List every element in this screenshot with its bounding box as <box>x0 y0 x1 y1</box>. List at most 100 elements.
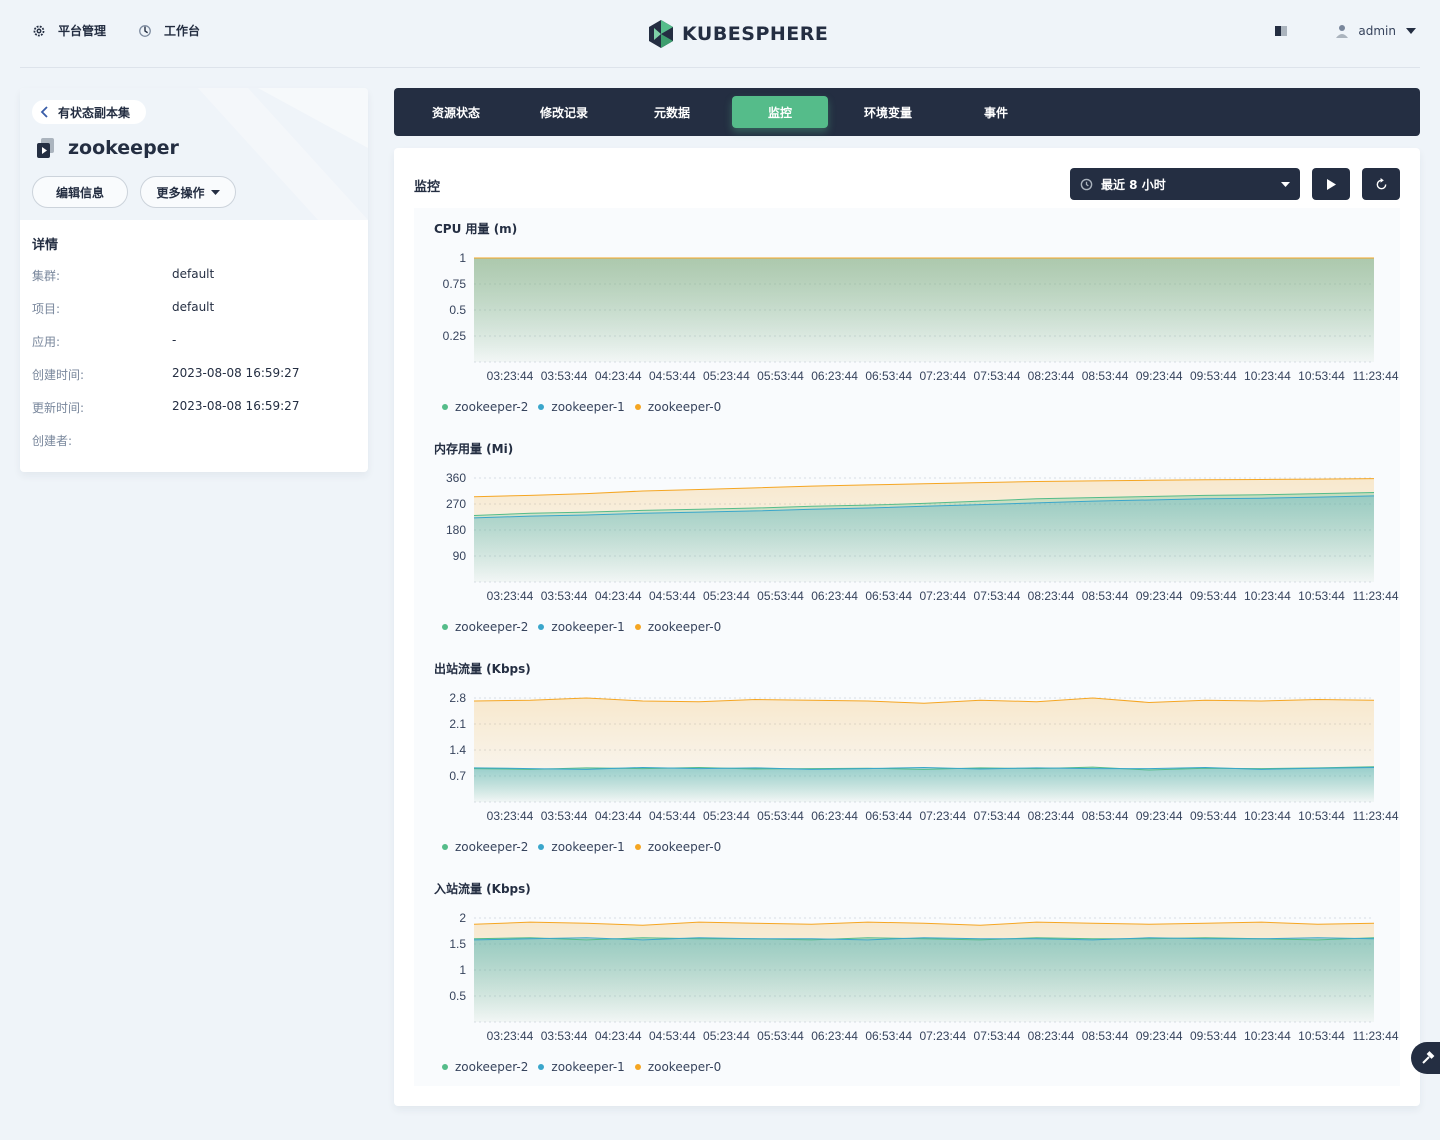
chart-title: 出站流量 (Kbps) <box>434 662 531 676</box>
refresh-button[interactable] <box>1362 168 1400 200</box>
more-actions-label: 更多操作 <box>156 185 205 200</box>
y-tick-label: 90 <box>453 549 467 563</box>
series-area-zookeeper-0 <box>474 258 1374 362</box>
chevron-down-icon <box>1406 28 1416 34</box>
toolbox-button[interactable] <box>1411 1042 1440 1074</box>
x-tick-label: 05:53:44 <box>757 369 804 383</box>
legend-dot <box>634 1064 641 1070</box>
x-tick-label: 07:53:44 <box>974 1029 1021 1043</box>
x-tick-label: 06:23:44 <box>811 1029 858 1043</box>
detail-value: - <box>172 333 177 347</box>
chart-legend: zookeeper-2 zookeeper-1 zookeeper-0 <box>442 840 721 854</box>
x-tick-label: 10:23:44 <box>1244 809 1291 823</box>
platform-management-label: 平台管理 <box>58 24 107 38</box>
y-tick-label: 0.5 <box>449 989 466 1003</box>
legend-item[interactable]: zookeeper-0 <box>634 400 721 414</box>
user-avatar-icon <box>1336 25 1349 38</box>
legend-item[interactable]: zookeeper-0 <box>634 840 721 854</box>
x-tick-label: 09:53:44 <box>1190 589 1237 603</box>
y-tick-label: 0.25 <box>443 329 467 343</box>
legend-item[interactable]: zookeeper-2 <box>442 840 528 854</box>
tab-monitoring[interactable]: 监控 <box>732 96 828 128</box>
kubesphere-logo[interactable]: KUBESPHERE <box>648 19 828 49</box>
legend-item[interactable]: zookeeper-2 <box>442 1060 528 1074</box>
legend-item[interactable]: zookeeper-2 <box>442 400 528 414</box>
legend-item[interactable]: zookeeper-1 <box>538 840 625 854</box>
legend-label: zookeeper-2 <box>455 400 529 414</box>
nav-left: 平台管理 工作台 <box>32 22 200 39</box>
detail-row: 应用: - <box>32 333 356 366</box>
legend-item[interactable]: zookeeper-2 <box>442 620 528 634</box>
docs-book-icon[interactable] <box>1274 25 1288 37</box>
refresh-icon <box>1376 177 1386 189</box>
edit-info-button[interactable]: 编辑信息 <box>32 176 128 208</box>
x-tick-label: 03:53:44 <box>541 369 588 383</box>
detail-key: 创建时间: <box>32 368 85 382</box>
x-tick-label: 03:53:44 <box>541 589 588 603</box>
x-tick-label: 09:53:44 <box>1190 809 1237 823</box>
tab-events[interactable]: 事件 <box>978 96 1014 128</box>
detail-value: default <box>172 267 215 281</box>
legend-dot <box>538 1064 545 1070</box>
nav-right: admin <box>1274 24 1416 38</box>
x-tick-label: 04:53:44 <box>649 809 696 823</box>
legend-dot <box>538 404 545 410</box>
legend-item[interactable]: zookeeper-1 <box>538 1060 625 1074</box>
x-tick-label: 05:53:44 <box>757 1029 804 1043</box>
platform-management-link[interactable]: 平台管理 <box>32 22 106 39</box>
y-tick-label: 1 <box>459 251 466 265</box>
detail-key: 更新时间: <box>32 401 85 415</box>
x-tick-label: 04:23:44 <box>595 1029 642 1043</box>
legend-item[interactable]: zookeeper-1 <box>538 400 625 414</box>
chart-legend: zookeeper-2 zookeeper-1 zookeeper-0 <box>442 620 721 634</box>
y-tick-label: 2.8 <box>449 691 466 705</box>
tab-resource-status[interactable]: 资源状态 <box>418 96 494 128</box>
play-button[interactable] <box>1312 168 1350 200</box>
tab-metadata[interactable]: 元数据 <box>640 96 704 128</box>
legend-label: zookeeper-0 <box>647 1060 722 1074</box>
monitoring-chart: 2.8 2.1 1.4 0.7 03:23:44 03:53:44 04:23:44 04:5… <box>414 648 1400 868</box>
chart-legend: zookeeper-2 zookeeper-1 zookeeper-0 <box>442 1060 721 1074</box>
x-tick-label: 09:23:44 <box>1136 589 1183 603</box>
time-range-value: 最近 8 小时 <box>1101 177 1166 192</box>
caret-down-icon <box>210 189 220 195</box>
legend-item[interactable]: zookeeper-1 <box>538 620 625 634</box>
more-actions-button[interactable]: 更多操作 <box>140 176 236 208</box>
tab-revision-records[interactable]: 修改记录 <box>526 96 602 128</box>
user-menu[interactable]: admin <box>1336 24 1416 38</box>
x-tick-label: 10:23:44 <box>1244 589 1291 603</box>
x-tick-label: 03:53:44 <box>541 1029 588 1043</box>
tab-env-variables[interactable]: 环境变量 <box>850 96 926 128</box>
resource-actions: 编辑信息 更多操作 <box>32 176 236 208</box>
workbench-link[interactable]: 工作台 <box>138 22 200 39</box>
workbench-label: 工作台 <box>164 24 201 38</box>
x-tick-label: 03:23:44 <box>487 369 534 383</box>
detail-row: 创建者: <box>32 432 356 465</box>
time-range-select[interactable]: 最近 8 小时 <box>1070 168 1300 200</box>
x-tick-label: 04:23:44 <box>595 589 642 603</box>
chart-title: CPU 用量 (m) <box>434 222 518 236</box>
x-tick-label: 05:53:44 <box>757 809 804 823</box>
legend-item[interactable]: zookeeper-0 <box>634 620 721 634</box>
x-tick-label: 07:23:44 <box>919 589 966 603</box>
x-tick-label: 07:23:44 <box>919 809 966 823</box>
hammer-icon <box>1422 1051 1435 1064</box>
kubesphere-logo-icon <box>649 20 673 48</box>
detail-key: 创建者: <box>32 434 73 448</box>
detail-row: 项目: default <box>32 300 356 333</box>
x-tick-label: 04:53:44 <box>649 589 696 603</box>
legend-item[interactable]: zookeeper-0 <box>634 1060 722 1074</box>
x-tick-label: 09:53:44 <box>1190 369 1237 383</box>
detail-row: 更新时间: 2023-08-08 16:59:27 <box>32 399 356 432</box>
charts-container: 1 0.75 0.5 0.25 03:23:44 03:53:44 04:23:44 04:5… <box>414 208 1400 1086</box>
x-tick-label: 05:23:44 <box>703 809 750 823</box>
user-name: admin <box>1358 24 1396 38</box>
x-tick-label: 10:23:44 <box>1244 1029 1291 1043</box>
x-tick-label: 08:23:44 <box>1028 809 1075 823</box>
back-to-statefulsets-link[interactable]: 有状态副本集 <box>32 100 147 124</box>
x-tick-label: 06:53:44 <box>865 589 912 603</box>
detail-row: 集群: default <box>32 267 356 300</box>
logo-text: KUBESPHERE <box>682 23 829 45</box>
x-tick-label: 10:23:44 <box>1244 369 1291 383</box>
monitoring-title: 监控 <box>414 180 441 195</box>
